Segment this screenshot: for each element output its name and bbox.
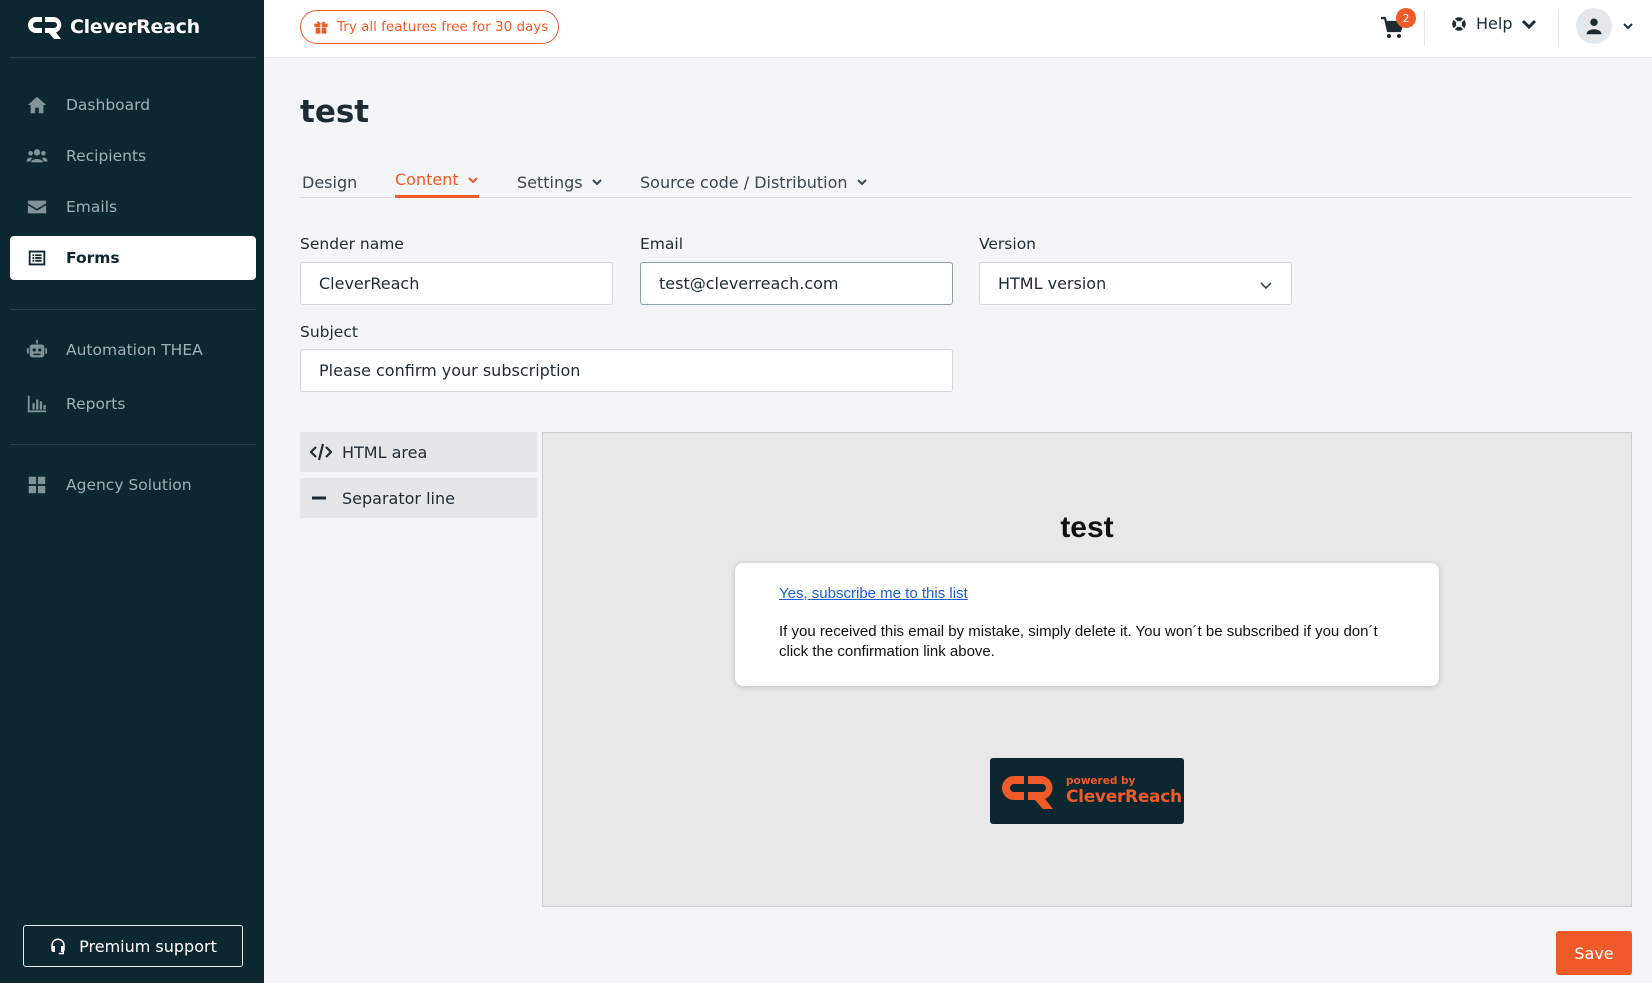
save-button[interactable]: Save: [1556, 931, 1632, 975]
version-label: Version: [979, 235, 1036, 253]
subject-label: Subject: [300, 323, 358, 341]
cart-count-badge: 2: [1396, 8, 1416, 28]
powered-by-small: powered by: [1066, 775, 1136, 787]
user-menu[interactable]: [1576, 8, 1634, 44]
tab-label: Content: [395, 170, 459, 189]
lifebuoy-icon: [1452, 16, 1466, 31]
cleverreach-logo-icon: [1002, 776, 1053, 809]
powered-by-text: powered by CleverReach: [1066, 775, 1182, 807]
user-icon: [1586, 18, 1602, 35]
topbar-divider: [1424, 10, 1425, 46]
envelope-icon: [27, 200, 47, 214]
form-list-icon: [28, 250, 46, 266]
html-area-block[interactable]: HTML area: [300, 432, 537, 472]
gift-icon: [314, 21, 328, 34]
topbar-divider: [1558, 10, 1559, 46]
tab-label: Design: [302, 172, 358, 192]
chevron-down-icon: [1260, 282, 1272, 290]
email-preview-canvas[interactable]: test Yes, subscribe me to this list If y…: [542, 432, 1632, 907]
sidebar-item-automation[interactable]: Automation THEA: [10, 328, 256, 372]
block-label: HTML area: [342, 442, 428, 462]
email-field[interactable]: test@cleverreach.com: [640, 262, 953, 305]
sidebar-item-label: Recipients: [66, 147, 147, 165]
cart-button[interactable]: 2: [1380, 8, 1416, 44]
bar-chart-icon: [27, 395, 47, 413]
version-selected-value: HTML version: [998, 274, 1107, 293]
email-label: Email: [640, 235, 684, 253]
tab-settings[interactable]: Settings: [517, 166, 603, 198]
page-title: test: [300, 94, 370, 130]
sidebar-item-label: Agency Solution: [66, 476, 192, 494]
sender-name-label: Sender name: [300, 235, 404, 253]
tab-content[interactable]: Content: [395, 166, 479, 198]
tab-label: Settings: [517, 172, 583, 192]
chevron-down-icon: [1623, 23, 1633, 30]
subject-field[interactable]: Please confirm your subscription: [300, 349, 953, 392]
email-content-card[interactable]: Yes, subscribe me to this list If you re…: [735, 563, 1439, 686]
sidebar-item-dashboard[interactable]: Dashboard: [10, 83, 256, 127]
sidebar-divider: [10, 309, 256, 310]
headset-icon: [51, 938, 65, 955]
tab-design[interactable]: Design: [302, 166, 357, 198]
sender-name-field[interactable]: CleverReach: [300, 262, 613, 305]
sidebar-item-label: Dashboard: [66, 96, 151, 114]
tab-bar: Design Content Settings Source code / Di…: [300, 160, 1632, 198]
sidebar-item-label: Reports: [66, 395, 126, 413]
help-menu[interactable]: Help: [1450, 14, 1538, 33]
sidebar: CleverReach Dashboard Recipients Emails …: [0, 0, 264, 983]
free-trial-button[interactable]: Try all features free for 30 days: [300, 10, 560, 44]
topbar: Try all features free for 30 days 2 Help: [264, 0, 1652, 58]
chevron-down-icon: [591, 179, 602, 186]
block-label: Separator line: [342, 488, 455, 508]
premium-support-button[interactable]: Premium support: [23, 925, 243, 967]
sidebar-item-label: Emails: [66, 198, 118, 216]
version-select[interactable]: HTML version: [979, 262, 1292, 305]
separator-line-block[interactable]: Separator line: [300, 478, 537, 518]
sidebar-item-emails[interactable]: Emails: [10, 185, 256, 229]
sidebar-item-label: Forms: [66, 249, 120, 267]
sidebar-divider: [10, 444, 256, 445]
disclaimer-text: If you received this email by mistake, s…: [779, 623, 1378, 660]
users-icon: [26, 149, 48, 163]
tab-source-code-distribution[interactable]: Source code / Distribution: [640, 166, 868, 198]
sidebar-divider: [10, 57, 256, 58]
premium-support-label: Premium support: [79, 936, 217, 956]
email-heading[interactable]: test: [543, 511, 1631, 545]
home-icon: [27, 96, 47, 114]
logo[interactable]: CleverReach: [28, 14, 200, 40]
help-label: Help: [1476, 14, 1513, 33]
chevron-down-icon: [856, 179, 867, 186]
sidebar-item-forms[interactable]: Forms: [10, 236, 256, 280]
tab-label: Source code / Distribution: [640, 172, 848, 192]
powered-by-brand: CleverReach: [1066, 787, 1182, 807]
sidebar-item-recipients[interactable]: Recipients: [10, 134, 256, 178]
confirm-subscription-link[interactable]: Yes, subscribe me to this list: [779, 585, 1395, 602]
robot-icon: [26, 339, 48, 358]
free-trial-label: Try all features free for 30 days: [337, 19, 549, 35]
chevron-down-icon: [467, 176, 478, 183]
code-icon: [310, 443, 332, 461]
powered-by-badge[interactable]: powered by CleverReach: [990, 758, 1184, 824]
minus-icon: [312, 496, 326, 500]
avatar: [1576, 8, 1612, 44]
chevron-down-icon: [1522, 19, 1537, 29]
logo-text: CleverReach: [70, 16, 200, 38]
sidebar-item-label: Automation THEA: [66, 341, 203, 359]
cleverreach-logo-icon: [28, 17, 62, 39]
sidebar-item-agency-solution[interactable]: Agency Solution: [10, 463, 256, 507]
grid-icon: [28, 476, 46, 494]
sidebar-item-reports[interactable]: Reports: [10, 382, 256, 426]
